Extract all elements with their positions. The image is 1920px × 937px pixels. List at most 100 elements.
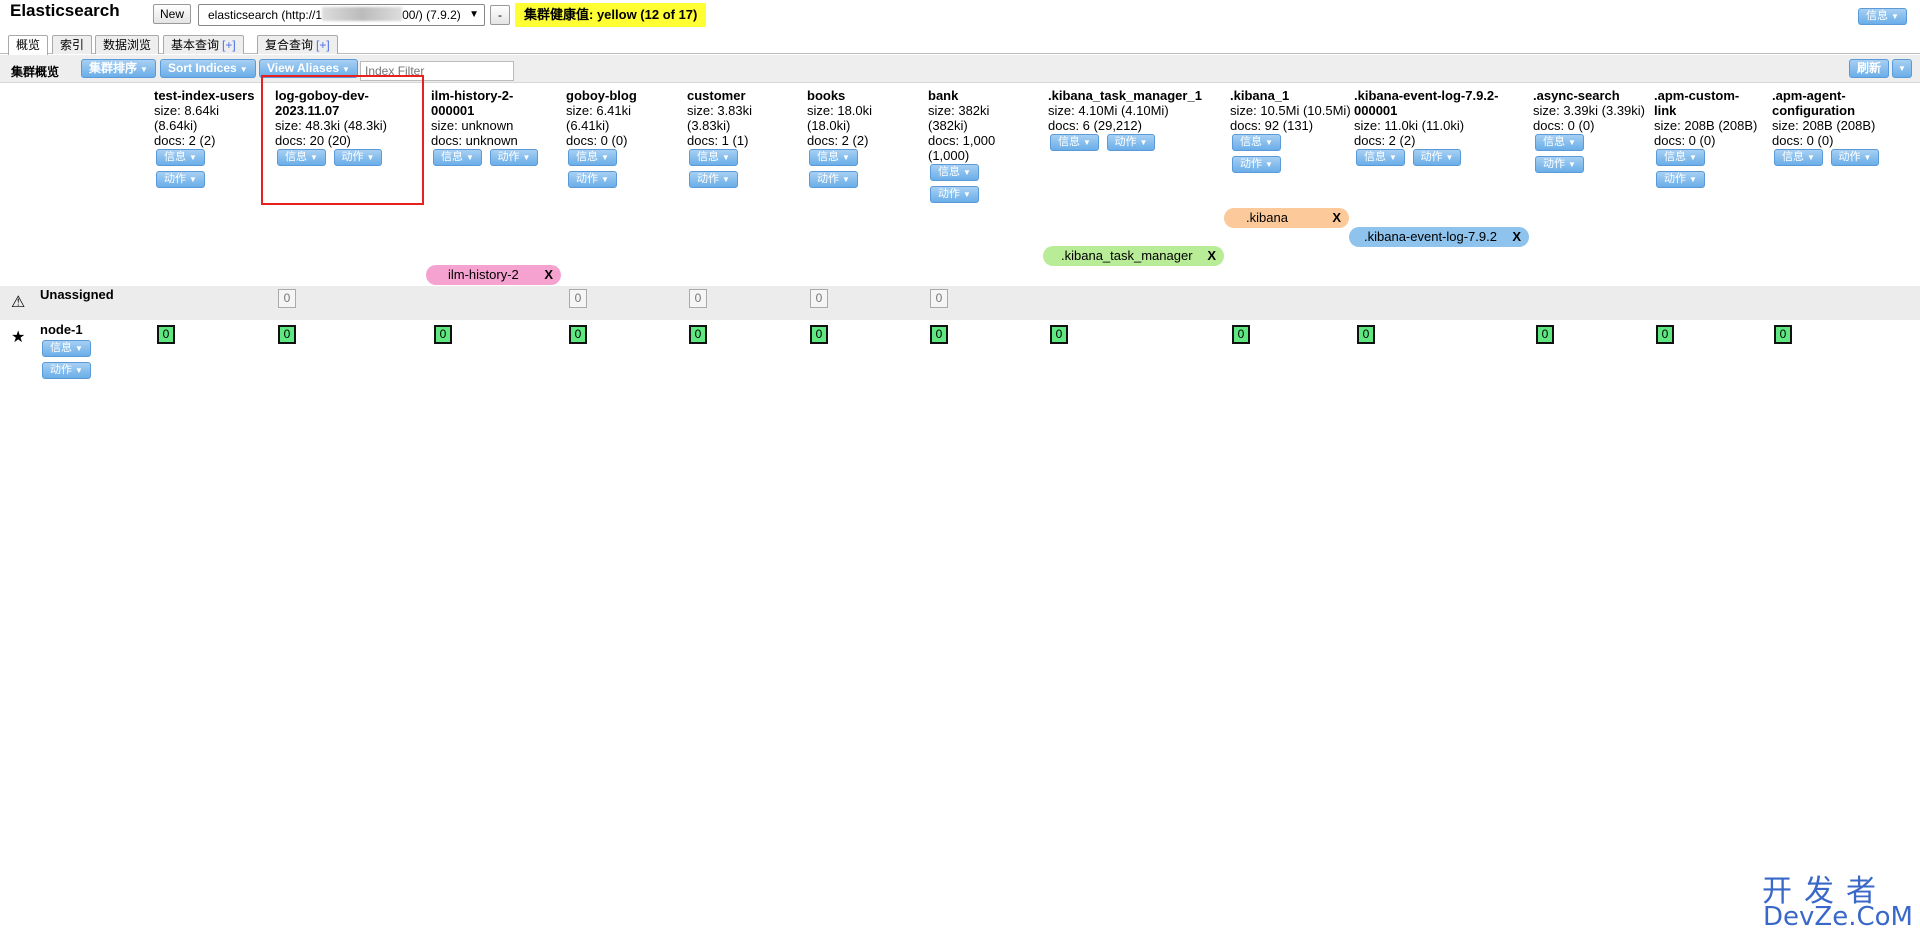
unassigned-shard[interactable]: 0 bbox=[569, 289, 587, 308]
primary-shard[interactable]: 0 bbox=[1050, 325, 1068, 344]
index-info-button[interactable]: 信息 ▼ bbox=[433, 149, 482, 166]
primary-shard[interactable]: 0 bbox=[1774, 325, 1792, 344]
index-info-button[interactable]: 信息 ▼ bbox=[1774, 149, 1823, 166]
index-info-button[interactable]: 信息 ▼ bbox=[156, 149, 205, 166]
app-title: Elasticsearch bbox=[10, 1, 120, 20]
tab-basic-query[interactable]: 基本查询 [+] bbox=[163, 35, 244, 54]
index-action-button[interactable]: 动作 ▼ bbox=[930, 186, 979, 203]
chevron-down-icon: ▼ bbox=[842, 175, 850, 184]
close-icon[interactable]: X bbox=[544, 265, 553, 285]
index-action-button[interactable]: 动作 ▼ bbox=[1232, 156, 1281, 173]
tab-compound-query[interactable]: 复合查询 [+] bbox=[257, 35, 338, 54]
refresh-button[interactable]: 刷新 bbox=[1849, 59, 1890, 78]
alias-pill-kibana[interactable]: .kibana X bbox=[1224, 208, 1349, 228]
top-info-button[interactable]: 信息 ▼ bbox=[1858, 8, 1907, 25]
tab-overview[interactable]: 概览 bbox=[8, 35, 49, 55]
index-action-button[interactable]: 动作 ▼ bbox=[489, 149, 539, 166]
chevron-down-icon: ▼ bbox=[842, 153, 850, 162]
action-label: 动作 bbox=[576, 173, 598, 185]
connection-prefix: elasticsearch (http://1 bbox=[208, 8, 323, 22]
info-label: 信息 bbox=[441, 151, 463, 163]
close-icon[interactable]: X bbox=[1512, 227, 1521, 247]
close-icon[interactable]: X bbox=[1207, 246, 1216, 266]
refresh-dropdown-button[interactable]: ▼ bbox=[1892, 59, 1912, 78]
redacted-host bbox=[322, 7, 403, 21]
index-docs: docs: 0 (0) bbox=[1533, 118, 1595, 133]
tab-plus[interactable]: [+] bbox=[222, 38, 236, 52]
remove-connection-button[interactable]: - bbox=[490, 5, 510, 25]
index-action-button[interactable]: 动作 ▼ bbox=[1535, 156, 1584, 173]
index-action-button[interactable]: 动作 ▼ bbox=[1656, 171, 1705, 188]
index-info-button[interactable]: 信息 ▼ bbox=[930, 164, 979, 181]
unassigned-shard[interactable]: 0 bbox=[689, 289, 707, 308]
tab-indices[interactable]: 索引 bbox=[52, 35, 93, 54]
index-info-button[interactable]: 信息 ▼ bbox=[1656, 149, 1705, 166]
index-action-button[interactable]: 动作 ▼ bbox=[156, 171, 205, 188]
close-icon[interactable]: X bbox=[1332, 208, 1341, 228]
tab-plus[interactable]: [+] bbox=[316, 38, 330, 52]
primary-shard[interactable]: 0 bbox=[434, 325, 452, 344]
chevron-down-icon: ▼ bbox=[140, 65, 148, 74]
index-action-button[interactable]: 动作 ▼ bbox=[1106, 134, 1156, 151]
index-info-button[interactable]: 信息 ▼ bbox=[689, 149, 738, 166]
index-column-async-search: .async-search size: 3.39ki (3.39ki) docs… bbox=[1533, 88, 1648, 178]
index-action-button[interactable]: 动作 ▼ bbox=[809, 171, 858, 188]
primary-shard[interactable]: 0 bbox=[157, 325, 175, 344]
star-icon: ★ bbox=[11, 329, 26, 346]
index-info-button[interactable]: 信息 ▼ bbox=[1535, 134, 1584, 151]
primary-shard[interactable]: 0 bbox=[569, 325, 587, 344]
unassigned-shard[interactable]: 0 bbox=[930, 289, 948, 308]
chevron-down-icon: ▼ bbox=[75, 344, 83, 353]
node-action-button[interactable]: 动作 ▼ bbox=[42, 362, 91, 379]
index-action-button[interactable]: 动作 ▼ bbox=[689, 171, 738, 188]
primary-shard[interactable]: 0 bbox=[1656, 325, 1674, 344]
index-info-button[interactable]: 信息 ▼ bbox=[1050, 134, 1099, 151]
chevron-down-icon: ▼ bbox=[239, 65, 248, 74]
alias-name: .kibana_task_manager bbox=[1061, 248, 1193, 263]
connection-select[interactable]: elasticsearch (http://1 00/) (7.9.2) ▼ bbox=[198, 4, 485, 26]
chevron-down-icon: ▼ bbox=[601, 153, 609, 162]
primary-shard[interactable]: 0 bbox=[1232, 325, 1250, 344]
index-column-kibana-task-manager: .kibana_task_manager_1 size: 4.10Mi (4.1… bbox=[1048, 88, 1223, 156]
index-action-button[interactable]: 动作 ▼ bbox=[1830, 149, 1880, 166]
index-action-button[interactable]: 动作 ▼ bbox=[1412, 149, 1462, 166]
index-action-button[interactable]: 动作 ▼ bbox=[568, 171, 617, 188]
info-label: 信息 bbox=[1240, 136, 1262, 148]
action-label: 动作 bbox=[697, 173, 719, 185]
primary-shard[interactable]: 0 bbox=[689, 325, 707, 344]
chevron-down-icon: ▼ bbox=[963, 168, 971, 177]
unassigned-shard[interactable]: 0 bbox=[810, 289, 828, 308]
index-size: size: 6.41ki (6.41ki) bbox=[566, 103, 632, 133]
index-column-customer: customer size: 3.83ki (3.83ki) docs: 1 (… bbox=[687, 88, 787, 193]
chevron-down-icon: ▼ bbox=[722, 153, 730, 162]
index-info-button[interactable]: 信息 ▼ bbox=[809, 149, 858, 166]
sort-indices-button[interactable]: Sort Indices ▼ bbox=[160, 59, 256, 78]
unassigned-shard[interactable]: 0 bbox=[278, 289, 296, 308]
index-column-apm-agent-configuration: .apm-agent-configuration size: 208B (208… bbox=[1772, 88, 1912, 171]
top-info-label: 信息 bbox=[1866, 10, 1888, 22]
sort-cluster-button[interactable]: 集群排序 ▼ bbox=[81, 59, 156, 78]
alias-pill-ilm-history[interactable]: ilm-history-2 X bbox=[426, 265, 561, 285]
new-connection-button[interactable]: New bbox=[153, 4, 192, 24]
primary-shard[interactable]: 0 bbox=[1357, 325, 1375, 344]
index-info-button[interactable]: 信息 ▼ bbox=[568, 149, 617, 166]
chevron-down-icon: ▼ bbox=[1139, 138, 1148, 147]
alias-pill-kibana-task-manager[interactable]: .kibana_task_manager X bbox=[1043, 246, 1224, 266]
info-label: 信息 bbox=[1543, 136, 1565, 148]
primary-shard[interactable]: 0 bbox=[930, 325, 948, 344]
index-docs: docs: 1 (1) bbox=[687, 133, 749, 148]
index-size: size: 18.0ki (18.0ki) bbox=[807, 103, 873, 133]
alias-pill-kibana-event-log[interactable]: .kibana-event-log-7.9.2 X bbox=[1349, 227, 1529, 247]
node-info-button[interactable]: 信息 ▼ bbox=[42, 340, 91, 357]
index-info-button[interactable]: 信息 ▼ bbox=[1356, 149, 1405, 166]
index-info-button[interactable]: 信息 ▼ bbox=[1232, 134, 1281, 151]
primary-shard[interactable]: 0 bbox=[278, 325, 296, 344]
tab-browser[interactable]: 数据浏览 bbox=[95, 35, 160, 54]
index-docs: docs: 0 (0) bbox=[1654, 133, 1716, 148]
index-column-ilm-history: ilm-history-2-000001 size: unknown docs:… bbox=[431, 88, 559, 171]
primary-shard[interactable]: 0 bbox=[810, 325, 828, 344]
index-size: size: 382ki (382ki) bbox=[928, 103, 990, 133]
action-label: 动作 bbox=[938, 188, 960, 200]
primary-shard[interactable]: 0 bbox=[1536, 325, 1554, 344]
index-column-books: books size: 18.0ki (18.0ki) docs: 2 (2) … bbox=[807, 88, 907, 193]
